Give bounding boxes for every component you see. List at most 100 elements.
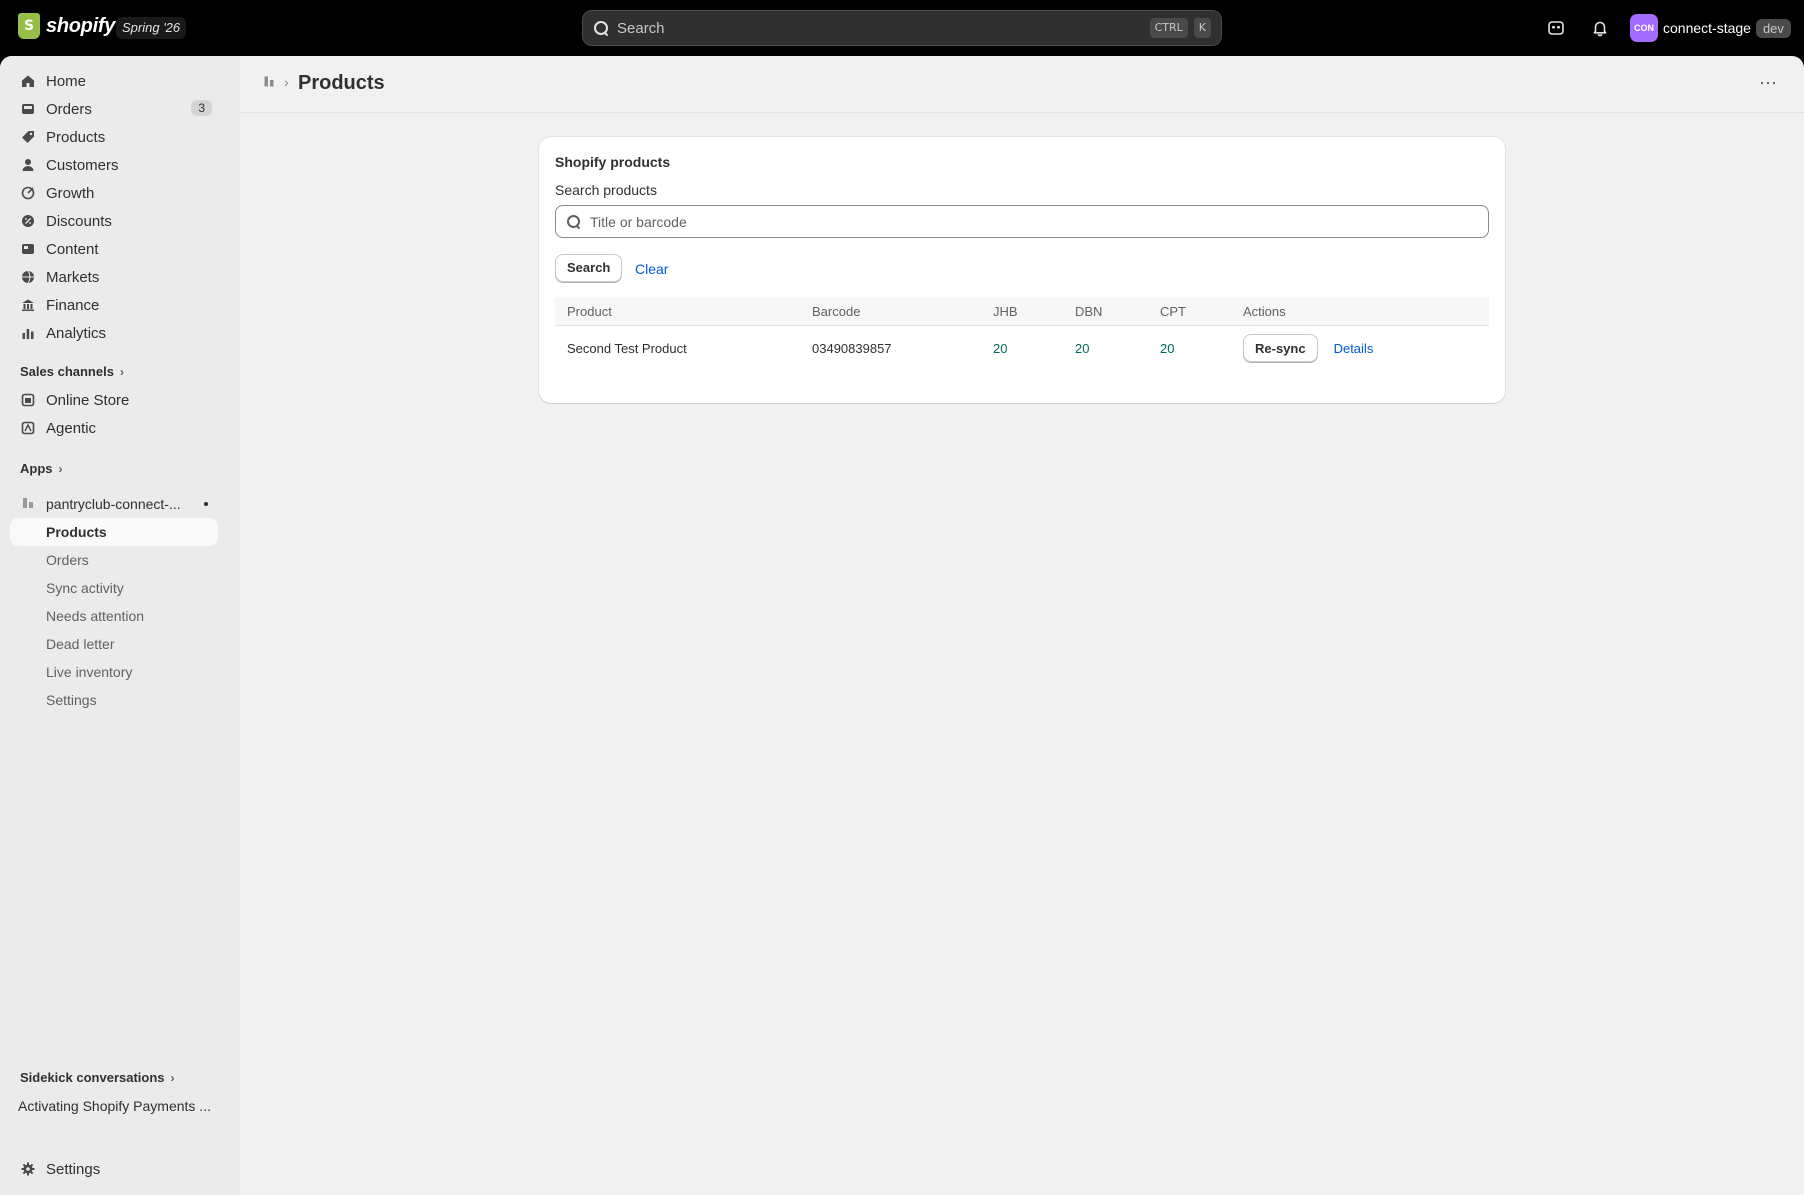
sidebar-item-settings[interactable]: Settings (10, 1155, 218, 1183)
app-subitem-dead-letter[interactable]: Dead letter (10, 630, 218, 658)
shopify-logo[interactable]: shopify (18, 13, 115, 39)
sidebar-item-agentic[interactable]: Agentic (10, 414, 218, 442)
more-actions-button[interactable]: ··· (1754, 70, 1782, 98)
app-subitem-products[interactable]: Products (10, 518, 218, 546)
globe-icon (20, 269, 36, 285)
app-subitem-orders[interactable]: Orders (10, 546, 218, 574)
content-icon (20, 241, 36, 257)
search-products-label: Search products (555, 182, 657, 198)
sidebar-item-customers[interactable]: Customers (10, 151, 218, 179)
sidebar-item-label: Analytics (46, 324, 107, 342)
sidebar-item-label: Finance (46, 296, 100, 314)
sidebar-item-label: Orders (46, 100, 92, 118)
store-name: connect-stage (1663, 20, 1751, 36)
sidebar-item-growth[interactable]: Growth (10, 179, 218, 207)
sidekick-icon[interactable] (1544, 16, 1568, 40)
sidebar-item-label: Online Store (46, 391, 130, 409)
sidebar-item-label: Settings (46, 1160, 101, 1178)
sidebar-item-home[interactable]: Home (10, 67, 218, 95)
barcode-cell: 03490839857 (812, 340, 892, 356)
sidebar-item-label: Products (46, 128, 106, 146)
shopify-bag-icon (18, 13, 40, 39)
app-subitem-live-inventory[interactable]: Live inventory (10, 658, 218, 686)
sidebar-item-online-store[interactable]: Online Store (10, 386, 218, 414)
sidebar-item-orders[interactable]: Orders 3 (10, 95, 218, 123)
target-icon (20, 185, 36, 201)
store-switcher[interactable]: CON connect-stage dev (1630, 14, 1791, 42)
sidebar: Home Orders 3 Products Customers Growth … (0, 56, 240, 1195)
sidebar-item-label: Markets (46, 268, 100, 286)
cpt-stock-cell: 20 (1160, 340, 1175, 356)
app-breadcrumb-icon[interactable] (264, 76, 275, 90)
table-header: Product Barcode JHB DBN CPT Actions (555, 297, 1489, 326)
page-header: › Products ··· (240, 56, 1804, 113)
sales-channels-header[interactable]: Sales channels › (20, 364, 124, 379)
products-card: Shopify products Search products Search … (539, 137, 1505, 403)
sidebar-item-analytics[interactable]: Analytics (10, 319, 218, 347)
sidebar-item-label: Customers (46, 156, 119, 174)
sidebar-item-label: Home (46, 72, 87, 90)
section-title-text: Sales channels (20, 364, 114, 379)
version-badge: Spring '26 (116, 17, 187, 39)
chevron-right-icon: › (58, 461, 63, 476)
shortcut-key-ctrl: CTRL (1149, 18, 1188, 38)
avatar: CON (1630, 14, 1658, 42)
product-search-input[interactable] (590, 213, 1488, 230)
tag-icon (20, 129, 36, 145)
search-icon (593, 20, 609, 36)
app-icon (22, 497, 36, 511)
app-pantryclub-connect[interactable]: pantryclub-connect-... (10, 490, 218, 518)
sidebar-item-label: Agentic (46, 419, 97, 437)
person-icon (20, 157, 36, 173)
sidekick-conversation-item[interactable]: Activating Shopify Payments ... (18, 1098, 218, 1114)
sidebar-item-label: Discounts (46, 212, 112, 230)
global-search-placeholder: Search (617, 19, 665, 37)
section-title-text: Apps (20, 461, 53, 476)
product-name-cell: Second Test Product (567, 340, 687, 356)
product-search-field[interactable] (555, 205, 1489, 238)
app-subitem-settings[interactable]: Settings (10, 686, 218, 714)
orders-count-badge: 3 (191, 100, 212, 116)
sidebar-item-products[interactable]: Products (10, 123, 218, 151)
sidebar-item-markets[interactable]: Markets (10, 263, 218, 291)
chevron-right-icon: › (170, 1070, 175, 1085)
column-header-barcode: Barcode (812, 303, 861, 319)
app-subitem-needs-attention[interactable]: Needs attention (10, 602, 218, 630)
chevron-right-icon: › (119, 364, 124, 379)
sidekick-conversations-header[interactable]: Sidekick conversations › (20, 1070, 175, 1085)
global-search[interactable]: Search CTRL K (582, 10, 1222, 46)
sidebar-item-discounts[interactable]: Discounts (10, 207, 218, 235)
search-button[interactable]: Search (555, 254, 623, 282)
sidebar-item-content[interactable]: Content (10, 235, 218, 263)
apps-header[interactable]: Apps › (20, 461, 63, 476)
sidebar-item-label: Growth (46, 184, 95, 202)
card-title: Shopify products (555, 154, 671, 170)
details-link[interactable]: Details (1334, 341, 1374, 356)
sidebar-item-label: Content (46, 240, 99, 258)
jhb-stock-cell: 20 (993, 340, 1008, 356)
column-header-cpt: CPT (1160, 303, 1186, 319)
resync-button[interactable]: Re-sync (1243, 334, 1318, 362)
column-header-product: Product (567, 303, 612, 319)
section-title-text: Sidekick conversations (20, 1070, 165, 1085)
admin-frame: Home Orders 3 Products Customers Growth … (0, 56, 1804, 1195)
brand-wordmark: shopify (46, 14, 116, 37)
table-row: Second Test Product 03490839857 20 20 20… (555, 326, 1489, 370)
search-icon (566, 214, 582, 230)
gear-icon (20, 1161, 36, 1177)
actions-cell: Re-sync Details (1243, 326, 1373, 370)
column-header-dbn: DBN (1075, 303, 1103, 319)
bank-icon (20, 297, 36, 313)
chevron-right-icon: › (284, 74, 289, 90)
column-header-jhb: JHB (993, 303, 1018, 319)
shortcut-key-k: K (1193, 18, 1211, 38)
inbox-icon (20, 101, 36, 117)
sidebar-item-finance[interactable]: Finance (10, 291, 218, 319)
discount-icon (20, 213, 36, 229)
env-badge: dev (1755, 18, 1791, 38)
clear-link[interactable]: Clear (635, 261, 668, 277)
app-subitem-sync-activity[interactable]: Sync activity (10, 574, 218, 602)
bell-icon[interactable] (1588, 16, 1612, 40)
page-title: Products (298, 72, 385, 94)
pin-dot-icon (204, 502, 208, 506)
